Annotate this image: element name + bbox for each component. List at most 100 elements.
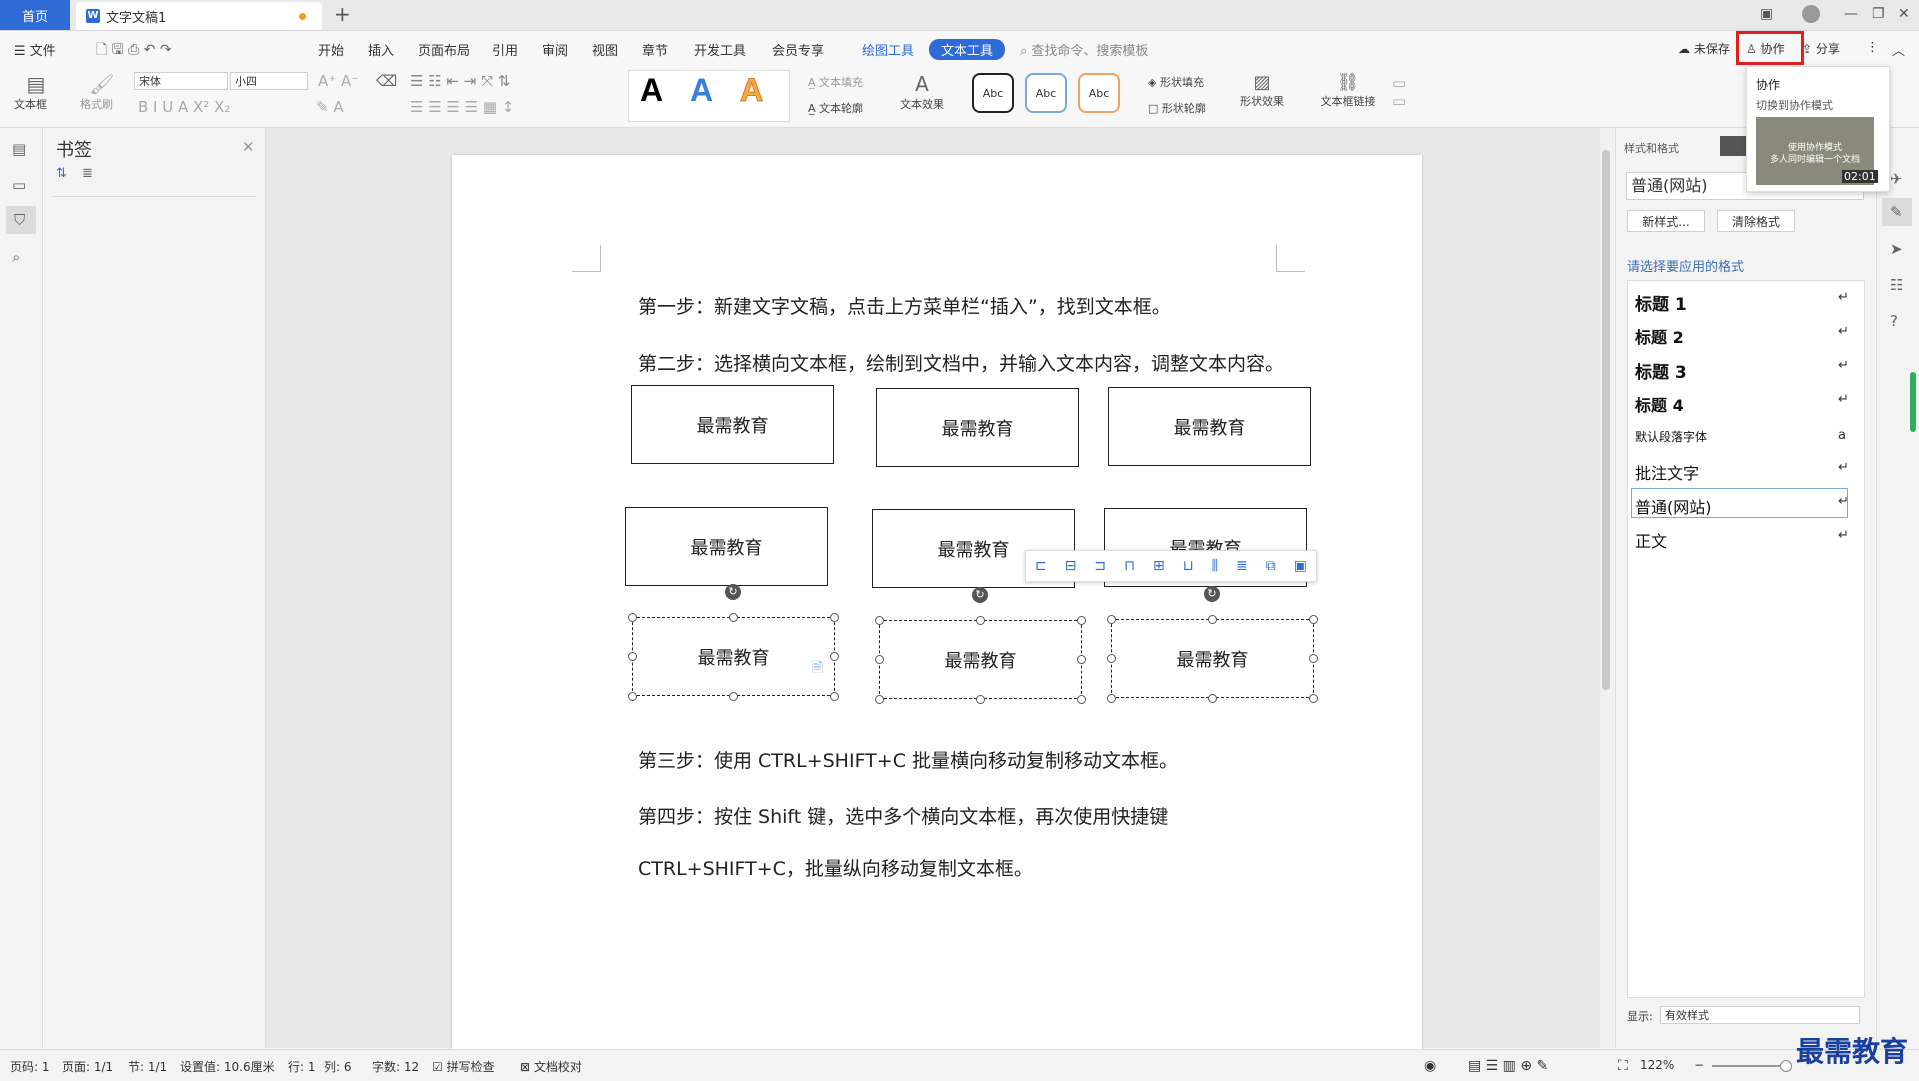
avatar[interactable] (1802, 5, 1820, 23)
resize-handle[interactable] (729, 613, 738, 622)
text-box-selected[interactable]: 最需教育 (879, 620, 1082, 699)
menu-view[interactable]: 视图 (592, 40, 618, 59)
menu-start[interactable]: 开始 (318, 40, 344, 59)
menu-insert[interactable]: 插入 (368, 40, 394, 59)
menu-reference[interactable]: 引用 (492, 40, 518, 59)
resize-handle[interactable] (1208, 694, 1217, 703)
search-input[interactable]: ⌕ 查找命令、搜索模板 (1020, 40, 1148, 59)
paragraph-step2[interactable]: 第二步：选择横向文本框，绘制到文档中，并输入文本内容，调整文本内容。 (638, 349, 1284, 376)
style-item-web-normal[interactable]: 普通(网站) (1635, 494, 1712, 518)
resize-handle[interactable] (1107, 694, 1116, 703)
text-box[interactable]: 最需教育 (876, 388, 1079, 467)
resize-handle[interactable] (628, 652, 637, 661)
textbox-button[interactable]: ▤ 文本框 (14, 72, 58, 112)
resize-handle[interactable] (1077, 655, 1086, 664)
paragraph-step4-cont[interactable]: CTRL+SHIFT+C，批量纵向移动复制文本框。 (638, 854, 1033, 881)
doc-proof-button[interactable]: ⊠ 文档校对 (520, 1058, 582, 1075)
status-page-num[interactable]: 页码: 1 (10, 1058, 50, 1075)
find-icon[interactable]: ⌕ (12, 248, 20, 266)
resize-handle[interactable] (875, 655, 884, 664)
menu-text-tool[interactable]: 文本工具 (929, 39, 1006, 60)
distribute-icon[interactable]: ⧉ (1266, 558, 1276, 574)
zoom-out-icon[interactable]: − (1694, 1058, 1704, 1072)
text-style-black[interactable]: A (640, 72, 663, 109)
resize-handle[interactable] (875, 616, 884, 625)
more-icon[interactable]: ⋮ (1866, 40, 1879, 55)
textbox-link-button[interactable]: ⛓ 文本框链接 (1310, 72, 1386, 109)
shape-style-blue[interactable]: Abc (1025, 73, 1067, 113)
rocket-icon[interactable]: ✈ (1890, 170, 1903, 188)
document-page[interactable] (452, 155, 1422, 1050)
sort-icon[interactable]: ⇅ (56, 166, 67, 181)
style-item-comment[interactable]: 批注文字 (1635, 460, 1699, 484)
style-item-heading2[interactable]: 标题 2 (1635, 324, 1684, 348)
quick-access-icons[interactable]: 🗋 🖫 ⎙ ↶ ↷ (96, 39, 172, 63)
text-box[interactable]: 最需教育 (625, 507, 828, 586)
home-tab[interactable]: 首页 (0, 0, 70, 30)
text-effect-button[interactable]: A 文本效果 (894, 72, 950, 112)
text-box[interactable]: 最需教育 (631, 385, 834, 464)
collapse-ribbon-icon[interactable]: ︿ (1892, 40, 1905, 59)
paragraph-step1[interactable]: 第一步：新建文字文稿，点击上方菜单栏“插入”，找到文本框。 (638, 292, 1171, 319)
resize-handle[interactable] (1077, 616, 1086, 625)
text-style-orange[interactable]: A (739, 72, 763, 109)
list-view-icon[interactable]: ≣ (82, 166, 93, 181)
menu-file[interactable]: ☰ 文件 (14, 40, 56, 59)
status-col[interactable]: 列: 6 (324, 1058, 352, 1075)
style-panel-header[interactable]: 样式和格式 (1624, 140, 1679, 156)
distribute-h-icon[interactable]: ⫼ (1212, 558, 1218, 574)
status-pages[interactable]: 页面: 1/1 (62, 1058, 113, 1075)
status-row[interactable]: 行: 1 (288, 1058, 316, 1075)
resize-handle[interactable] (875, 695, 884, 704)
eye-icon[interactable]: ◉ (1424, 1058, 1436, 1074)
resize-handle[interactable] (830, 613, 839, 622)
scroll-thumb[interactable] (1602, 150, 1610, 690)
shape-style-black[interactable]: Abc (972, 73, 1014, 113)
resize-handle[interactable] (628, 692, 637, 701)
nav-icon[interactable]: ▤ (12, 140, 26, 158)
group-icon[interactable]: ▣ (1294, 558, 1307, 574)
text-outline-button[interactable]: A̲ 文本轮廓 (808, 100, 863, 116)
status-words[interactable]: 字数: 12 (372, 1058, 419, 1075)
align-bottom-icon[interactable]: ⊔ (1183, 558, 1194, 574)
resize-handle[interactable] (1309, 694, 1318, 703)
text-box-selected[interactable]: 最需教育 (632, 617, 835, 696)
rotate-handle-icon[interactable]: ↻ (972, 587, 988, 603)
document-tab[interactable]: W 文字文稿1 (76, 2, 322, 30)
distribute-v-icon[interactable]: ≣ (1236, 558, 1248, 574)
new-style-button[interactable]: 新样式... (1627, 210, 1705, 232)
status-section[interactable]: 节: 1/1 (128, 1058, 167, 1075)
menu-chapter[interactable]: 章节 (642, 40, 668, 59)
share-button[interactable]: ⇪ 分享 (1802, 40, 1840, 57)
shape-outline-button[interactable]: □ 形状轮廓 (1148, 100, 1206, 116)
font-select[interactable]: 宋体 (134, 72, 228, 90)
new-tab-button[interactable]: + (334, 2, 351, 26)
sliders-icon[interactable]: ☷ (1890, 276, 1903, 294)
resize-handle[interactable] (729, 692, 738, 701)
paragraph-step4[interactable]: 第四步：按住 Shift 键，选中多个横向文本框，再次使用快捷键 (638, 802, 1168, 829)
font-size-select[interactable]: 小四 (230, 72, 308, 90)
restore-icon[interactable]: ❐ (1872, 6, 1885, 22)
resize-handle[interactable] (1309, 654, 1318, 663)
resize-handle[interactable] (1309, 615, 1318, 624)
resize-handle[interactable] (1208, 615, 1217, 624)
highlight-icons[interactable]: ✎ A (316, 98, 344, 116)
shape-style-orange[interactable]: Abc (1078, 73, 1120, 113)
align-right-icon[interactable]: ⊐ (1094, 558, 1106, 574)
font-style-icons[interactable]: B I U A X² X₂ (138, 98, 230, 116)
layout-options-icon[interactable]: 🗎 (812, 657, 823, 681)
resize-handle[interactable] (1107, 654, 1116, 663)
style-item-body[interactable]: 正文 (1635, 528, 1667, 552)
show-select[interactable]: 有效样式 (1660, 1006, 1860, 1024)
resize-handle[interactable] (976, 616, 985, 625)
align-top-icon[interactable]: ⊓ (1124, 558, 1135, 574)
align-icons[interactable]: ☰ ☰ ☰ ☰ ▦ ↕ (410, 98, 514, 116)
unsaved-status[interactable]: ☁ 未保存 (1678, 40, 1730, 57)
view-mode-icons[interactable]: ▤ ☰ ▥ ⊕ ✎ (1468, 1058, 1548, 1074)
resize-handle[interactable] (830, 692, 839, 701)
resize-handle[interactable] (830, 652, 839, 661)
folder-icon[interactable]: ▭ (12, 176, 26, 194)
text-style-blue[interactable]: A (690, 72, 713, 109)
text-box-selected[interactable]: 最需教育 (1111, 619, 1314, 698)
style-item-default-font[interactable]: 默认段落字体 (1635, 428, 1707, 445)
